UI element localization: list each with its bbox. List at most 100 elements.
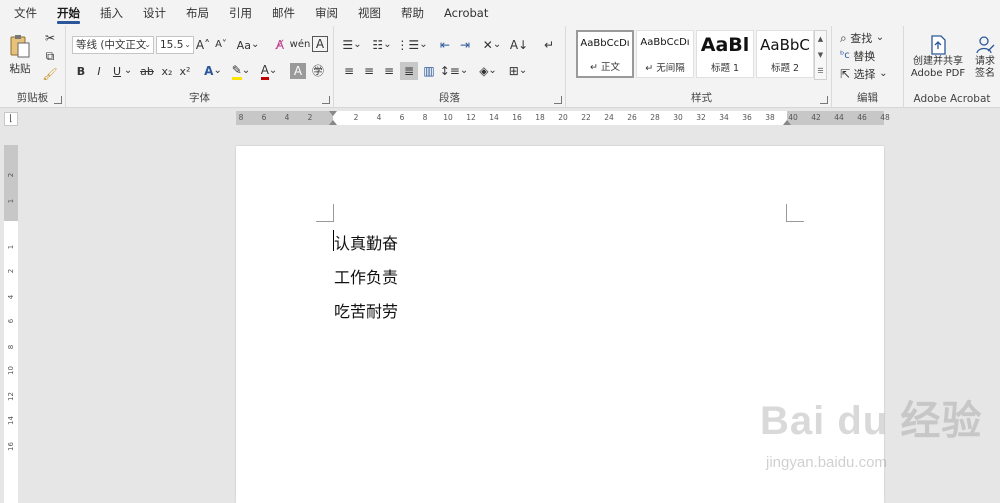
document-line[interactable]: 认真勤奋 xyxy=(334,230,398,254)
increase-indent-button[interactable]: ⇥ xyxy=(456,36,474,54)
tab-view[interactable]: 视图 xyxy=(348,0,391,26)
document-line[interactable]: 工作负责 xyxy=(334,264,398,288)
document-page[interactable]: 认真勤奋 工作负责 吃苦耐劳 xyxy=(236,146,884,503)
style-heading-2[interactable]: AaBbC 标题 2 xyxy=(756,30,814,78)
decrease-indent-button[interactable]: ⇤ xyxy=(436,36,454,54)
copy-icon: ⧉ xyxy=(45,49,55,63)
tab-references[interactable]: 引用 xyxy=(219,0,262,26)
style-normal[interactable]: AaBbCcDı ↵ 正文 xyxy=(576,30,634,78)
document-line[interactable]: 吃苦耐劳 xyxy=(334,298,398,322)
numbering-icon: ☷ xyxy=(372,38,384,52)
highlight-button[interactable]: ✎ ⌄ xyxy=(230,62,252,80)
styles-dialog-launcher[interactable] xyxy=(820,96,828,104)
enclose-characters-icon: ㊫ xyxy=(311,64,324,78)
create-share-pdf-button[interactable]: 创建并共享 Adobe PDF xyxy=(906,30,970,84)
line-spacing-button[interactable]: ↕≡ ⌄ xyxy=(439,62,469,80)
paragraph-mark-icon: ↵ xyxy=(543,38,555,52)
adobe-pdf-label: Adobe PDF xyxy=(910,68,966,79)
paste-button[interactable]: 粘贴 xyxy=(6,30,34,78)
strikethrough-button[interactable]: ab xyxy=(138,62,156,80)
underline-dropdown[interactable]: ⌄ xyxy=(124,62,132,80)
ruler-tick-label: 34 xyxy=(719,113,729,122)
request-signature-button[interactable]: 请求 签名 xyxy=(970,30,1000,84)
first-line-indent-marker[interactable] xyxy=(329,111,337,116)
grow-font-button[interactable]: A˄ xyxy=(196,36,210,54)
ruler-tick-label: 48 xyxy=(880,113,890,122)
style-name: ↵ 正文 xyxy=(590,62,620,73)
chinese-layout-button[interactable]: ✕ ⌄ xyxy=(480,36,504,54)
tab-mailings[interactable]: 邮件 xyxy=(262,0,305,26)
superscript-button[interactable]: x² xyxy=(178,62,192,80)
tab-help[interactable]: 帮助 xyxy=(391,0,434,26)
font-color-button[interactable]: A ⌄ xyxy=(258,62,280,80)
chevron-down-icon: ▼ xyxy=(817,51,824,59)
tab-selector[interactable]: ⌊ xyxy=(4,112,18,126)
bullets-button[interactable]: ☰ ⌄ xyxy=(340,36,364,54)
text-effects-button[interactable]: A ⌄ xyxy=(202,62,224,80)
italic-button[interactable]: I xyxy=(92,62,106,80)
subscript-button[interactable]: x₂ xyxy=(160,62,174,80)
distributed-button[interactable]: ▥ xyxy=(420,62,438,80)
tab-insert[interactable]: 插入 xyxy=(90,0,133,26)
line-spacing-icon: ↕≡ xyxy=(439,64,460,78)
replace-button[interactable]: ᵇc 替换 xyxy=(840,48,900,64)
show-marks-button[interactable]: ↵ xyxy=(540,36,558,54)
font-name-select[interactable]: 等线 (中文正文 ⌄ xyxy=(72,36,154,54)
tab-review[interactable]: 审阅 xyxy=(305,0,348,26)
select-label: 选择 xyxy=(853,68,876,81)
tab-design[interactable]: 设计 xyxy=(133,0,176,26)
borders-button[interactable]: ⊞ ⌄ xyxy=(506,62,530,80)
clear-formatting-button[interactable]: A̸ xyxy=(272,36,288,54)
align-center-button[interactable]: ≡ xyxy=(360,62,378,80)
character-border-button[interactable]: A xyxy=(312,36,328,52)
copy-button[interactable]: ⧉ xyxy=(42,48,58,64)
style-heading-1[interactable]: AaBl 标题 1 xyxy=(696,30,754,78)
hanging-indent-marker[interactable] xyxy=(329,120,337,125)
align-left-button[interactable]: ≡ xyxy=(340,62,358,80)
numbering-button[interactable]: ☷ ⌄ xyxy=(370,36,394,54)
style-name: 标题 2 xyxy=(770,63,800,74)
horizontal-ruler[interactable]: 8 6 4 2 2 4 6 8 10 12 14 16 18 20 22 24 26 28 30 32 34 36 38 40… xyxy=(236,111,890,125)
tab-home[interactable]: 开始 xyxy=(47,0,90,26)
tab-file[interactable]: 文件 xyxy=(4,0,47,26)
ruler-tick-label: 6 xyxy=(261,113,267,122)
multilevel-list-button[interactable]: ⋮☰ ⌄ xyxy=(396,36,427,54)
shrink-font-button[interactable]: A˅ xyxy=(214,36,228,54)
style-name-text: 无间隔 xyxy=(656,63,685,74)
align-right-button[interactable]: ≡ xyxy=(380,62,398,80)
paint-bucket-icon: ◈ xyxy=(479,64,489,78)
bold-button[interactable]: B xyxy=(74,62,88,80)
cut-button[interactable]: ✂ xyxy=(42,30,58,46)
character-shading-icon: A xyxy=(293,64,303,78)
change-case-button[interactable]: Aa ⌄ xyxy=(236,36,260,54)
ruler-tick-label: 44 xyxy=(834,113,844,122)
underline-button[interactable]: U xyxy=(110,62,124,80)
chevron-down-icon: ⌄ xyxy=(123,65,133,76)
style-gallery-scroll[interactable]: ▲ ▼ ☰ xyxy=(814,30,827,80)
sort-button[interactable]: A↓ xyxy=(510,36,528,54)
style-name-text: 正文 xyxy=(600,62,620,73)
ruler-tick-label: 12 xyxy=(466,113,476,122)
find-button[interactable]: ⌕ 查找 ⌄ xyxy=(840,30,900,46)
font-size-select[interactable]: 15.5 ⌄ xyxy=(156,36,194,54)
paragraph-dialog-launcher[interactable] xyxy=(554,96,562,104)
select-button[interactable]: ⇱ 选择 ⌄ xyxy=(840,66,900,82)
ruler-top-margin xyxy=(4,145,18,221)
paintbrush-icon: 🖌 xyxy=(42,67,58,81)
ruler-tick-label: 10 xyxy=(7,366,15,375)
shading-button[interactable]: ◈ ⌄ xyxy=(476,62,500,80)
clipboard-dialog-launcher[interactable] xyxy=(54,96,62,104)
ruler-tick-label: 42 xyxy=(811,113,821,122)
font-dialog-launcher[interactable] xyxy=(322,96,330,104)
phonetic-guide-button[interactable]: wén xyxy=(290,36,311,54)
tab-acrobat[interactable]: Acrobat xyxy=(434,0,498,26)
style-no-spacing[interactable]: AaBbCcDı ↵ 无间隔 xyxy=(636,30,694,78)
format-painter-button[interactable]: 🖌 xyxy=(42,66,58,82)
tab-layout[interactable]: 布局 xyxy=(176,0,219,26)
character-shading-button[interactable]: A xyxy=(290,63,306,79)
ruler-tick-label: 8 xyxy=(422,113,428,122)
justify-button[interactable]: ≣ xyxy=(400,62,418,80)
ruler-tick-label: 14 xyxy=(489,113,499,122)
vertical-ruler[interactable]: 2 1 1 2 4 6 8 10 12 14 16 xyxy=(4,145,18,503)
enclose-characters-button[interactable]: ㊫ xyxy=(310,62,326,80)
